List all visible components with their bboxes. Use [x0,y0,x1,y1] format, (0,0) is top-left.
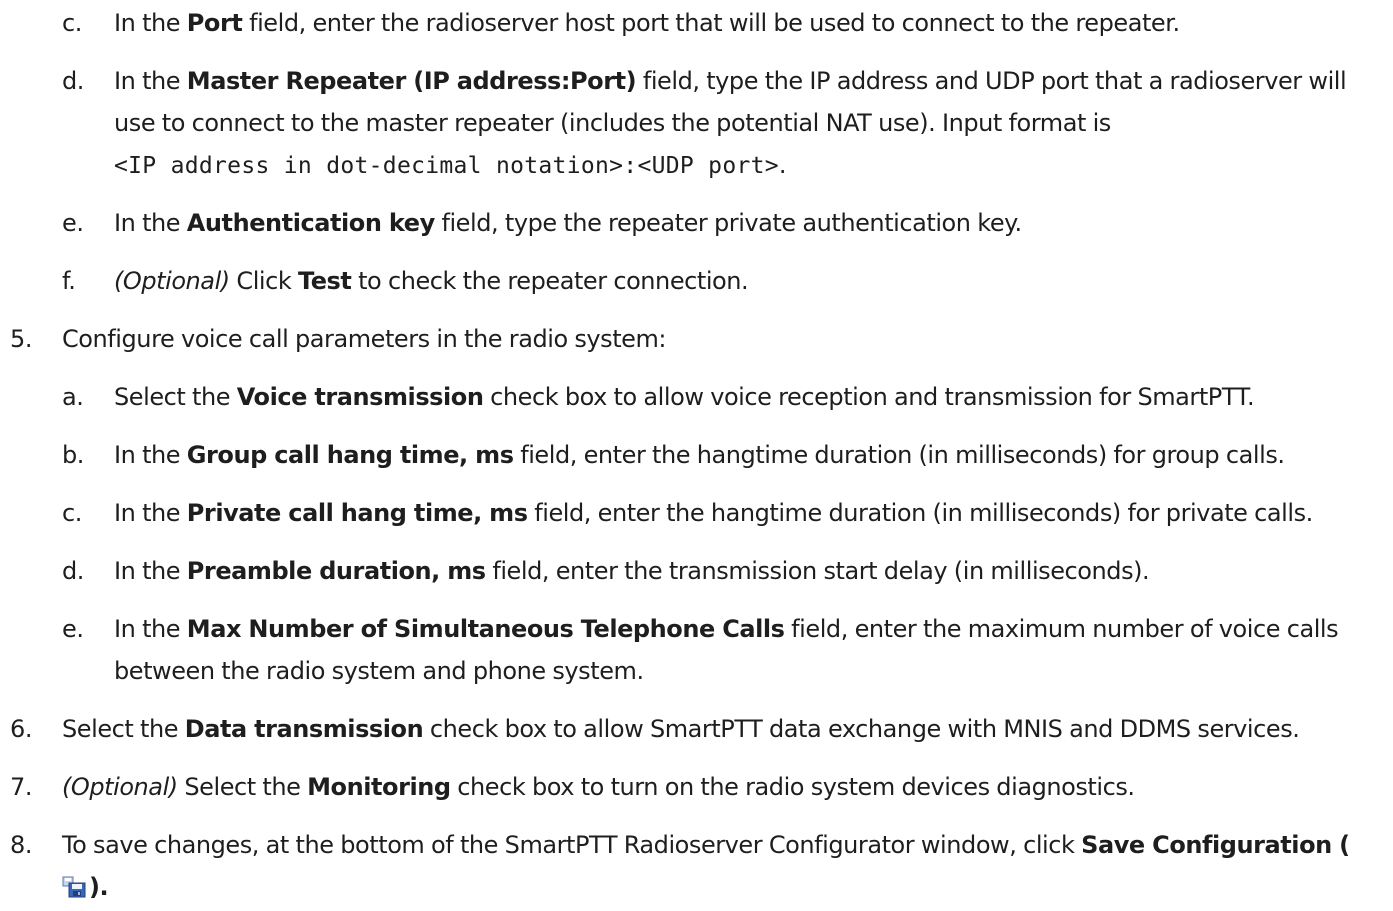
max-simultaneous-calls-label: Max Number of Simultaneous Telephone Cal… [186,615,785,643]
substep-text: (Optional) Click Test to check the repea… [114,267,749,295]
substep-text: In the Private call hang time, ms field,… [114,499,1313,527]
list-marker: b. [62,441,84,469]
list-marker: d. [62,67,84,95]
list-marker: e. [62,615,84,643]
substep-text: In the Port field, enter the radioserver… [114,9,1180,37]
input-format-code: <IP address in dot-decimal notation>:<UD… [114,153,779,179]
list-marker: d. [62,557,84,585]
substep-text: In the Group call hang time, ms field, e… [114,441,1285,469]
save-configuration-label: Save Configuration ( [1081,831,1350,859]
step-text: Configure voice call parameters in the r… [62,325,667,353]
step-text: To save changes, at the bottom of the Sm… [62,831,1350,901]
step-text: Select the Data transmission check box t… [62,715,1300,743]
substep-text: In the Authentication key field, type th… [114,209,1022,237]
private-call-hang-time-label: Private call hang time, ms [186,499,528,527]
voice-transmission-label: Voice transmission [236,383,484,411]
authentication-key-field-label: Authentication key [186,209,435,237]
list-marker: c. [62,499,82,527]
substep-text: In the Preamble duration, ms field, ente… [114,557,1150,585]
list-marker: e. [62,209,84,237]
optional-label: (Optional) [114,267,230,295]
optional-label: (Optional) [62,773,178,801]
monitoring-label: Monitoring [307,773,451,801]
step-text: (Optional) Select the Monitoring check b… [62,773,1135,801]
group-call-hang-time-label: Group call hang time, ms [186,441,514,469]
port-field-label: Port [186,9,243,37]
list-marker: 6. [10,715,32,743]
data-transmission-label: Data transmission [184,715,424,743]
list-marker: 5. [10,325,32,353]
list-marker: a. [62,383,84,411]
substep-text: In the Max Number of Simultaneous Teleph… [114,615,1339,685]
list-marker: f. [62,267,76,295]
list-marker: 8. [10,831,32,859]
list-marker: c. [62,9,82,37]
list-marker: 7. [10,773,32,801]
save-configuration-icon [62,869,86,898]
substep-text: In the Master Repeater (IP address:Port)… [114,67,1347,179]
master-repeater-field-label: Master Repeater (IP address:Port) [186,67,637,95]
preamble-duration-label: Preamble duration, ms [186,557,486,585]
substep-text: Select the Voice transmission check box … [114,383,1255,411]
test-button-label: Test [298,267,352,295]
